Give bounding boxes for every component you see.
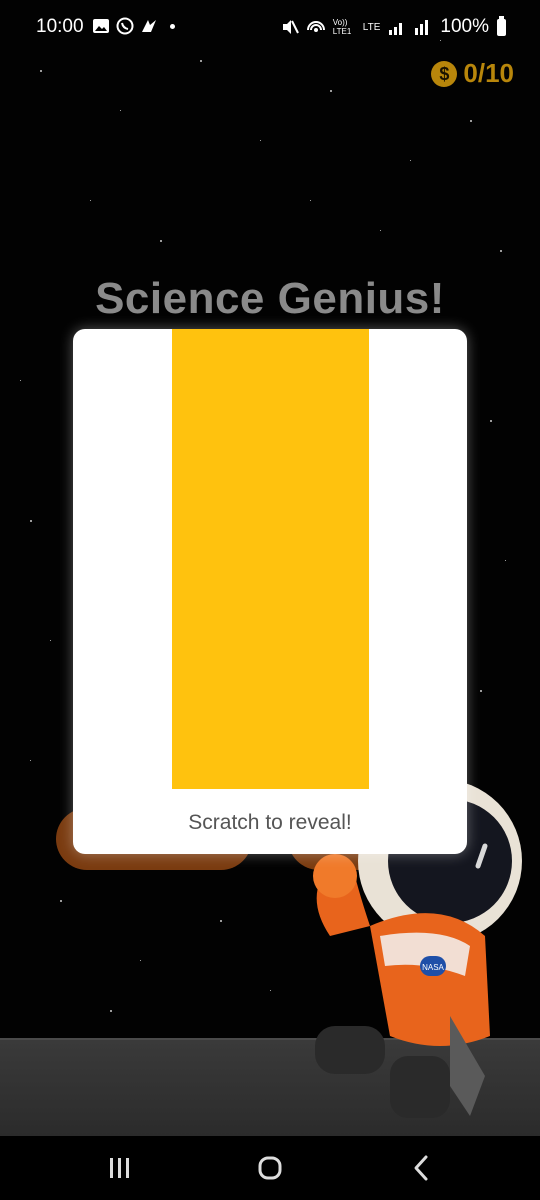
home-icon[interactable] (250, 1154, 290, 1182)
hotspot-icon (306, 18, 325, 36)
volte-icon: Vo)) LTE1 (332, 18, 352, 36)
back-icon[interactable] (402, 1154, 442, 1182)
battery-percent: 100% (440, 16, 489, 37)
mute-icon (281, 18, 299, 36)
notification-icons (92, 17, 175, 35)
battery-icon (497, 15, 506, 36)
system-icons: Vo)) LTE1 LTE 100% (281, 15, 506, 38)
lte-icon: LTE (362, 21, 381, 33)
signal-icon (388, 18, 406, 36)
coin-count: 0/10 (463, 58, 514, 88)
dollar-coin-icon: $ (431, 60, 458, 87)
app-icon (140, 17, 158, 35)
dot-icon (170, 23, 175, 29)
gallery-icon (92, 17, 110, 35)
recents-icon[interactable] (100, 1154, 140, 1182)
scratch-card[interactable]: Scratch to reveal! (73, 329, 467, 854)
signal-r-icon (414, 18, 432, 36)
scratch-area[interactable] (172, 329, 369, 789)
scratch-instruction: Scratch to reveal! (188, 811, 352, 834)
status-time: 10:00 (36, 16, 84, 37)
whatsapp-icon (116, 17, 134, 35)
coin-counter[interactable]: $ 0/10 (431, 58, 514, 89)
status-bar: 10:00 Vo)) LTE1 LTE 100% (0, 0, 540, 54)
navigation-bar (0, 1136, 540, 1200)
page-title: Science Genius! (95, 274, 445, 323)
game-screen: 10:00 Vo)) LTE1 LTE 100% $ 0/10 Science … (0, 0, 540, 1200)
nasa-badge: NASA (422, 963, 444, 972)
